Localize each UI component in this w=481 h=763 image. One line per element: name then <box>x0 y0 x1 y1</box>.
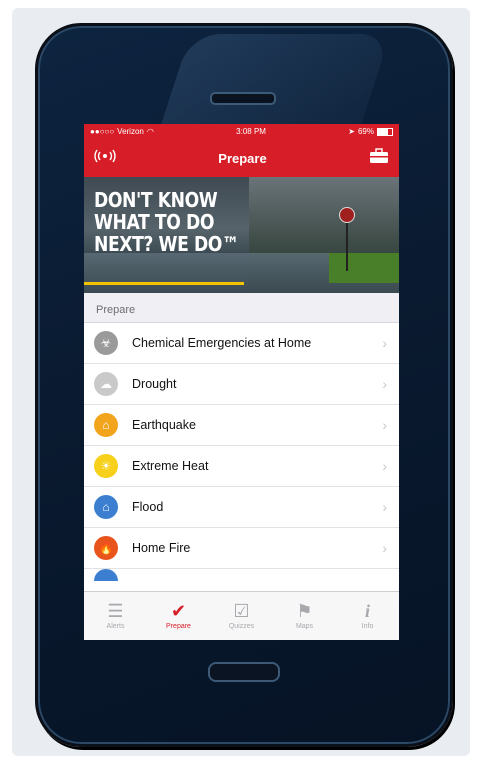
sun-icon: ☀ <box>94 454 118 478</box>
earthquake-icon: ⌂ <box>94 413 118 437</box>
hero-banner: DON'T KNOW WHAT TO DO NEXT? WE DO™ <box>84 177 399 293</box>
tab-info[interactable]: i Info <box>336 592 399 640</box>
hero-sign-pole <box>346 221 348 271</box>
list-item-label: Drought <box>132 377 177 391</box>
alerts-icon: ☰ <box>107 601 124 621</box>
chevron-right-icon: › <box>382 499 387 515</box>
clock: 3:08 PM <box>236 127 266 136</box>
biohazard-icon: ☣ <box>94 331 118 355</box>
list-item-flood[interactable]: ⌂ Flood › <box>84 487 399 528</box>
section-header: Prepare <box>84 293 399 323</box>
list-item-label: Chemical Emergencies at Home <box>132 336 312 350</box>
wifi-icon: ◠ <box>146 127 154 136</box>
chevron-right-icon: › <box>382 335 387 351</box>
chevron-right-icon: › <box>382 376 387 392</box>
tab-alerts[interactable]: ☰ Alerts <box>84 592 147 640</box>
list-item-label: Flood <box>132 500 164 514</box>
map-icon: ⚑ <box>296 601 313 621</box>
stop-sign-icon <box>339 207 355 223</box>
hero-headline: DON'T KNOW WHAT TO DO NEXT? WE DO™ <box>94 188 239 256</box>
nav-bar: Prepare <box>84 139 399 177</box>
tab-label: Maps <box>295 623 314 630</box>
partial-item-icon <box>94 569 118 581</box>
hero-grass <box>329 253 399 283</box>
tab-label: Info <box>361 623 374 630</box>
location-icon: ➤ <box>348 127 355 136</box>
tab-label: Quizzes <box>228 623 255 630</box>
list-item-partial[interactable] <box>84 569 399 581</box>
list-item-chemical[interactable]: ☣ Chemical Emergencies at Home › <box>84 323 399 364</box>
list-item-earthquake[interactable]: ⌂ Earthquake › <box>84 405 399 446</box>
list-item-label: Extreme Heat <box>132 459 209 473</box>
tab-prepare[interactable]: ✔ Prepare <box>147 592 210 640</box>
alert-radio-icon[interactable] <box>94 149 116 168</box>
chevron-right-icon: › <box>382 417 387 433</box>
signal-icon: ●●○○○ <box>90 127 115 136</box>
info-icon: i <box>364 601 370 621</box>
phone-speaker <box>210 92 276 105</box>
drought-icon: ☁ <box>94 372 118 396</box>
hazard-list: ☣ Chemical Emergencies at Home › ☁ Droug… <box>84 323 399 581</box>
list-item-label: Earthquake <box>132 418 196 432</box>
app-screen: ●●○○○ Verizon ◠ 3:08 PM ➤ 69% Prepare DO… <box>84 124 399 640</box>
flood-icon: ⌂ <box>94 495 118 519</box>
quiz-icon: ☑ <box>233 601 250 621</box>
hero-underline <box>84 282 244 285</box>
tab-bar: ☰ Alerts ✔ Prepare ☑ Quizzes ⚑ Maps i In… <box>84 591 399 640</box>
tab-label: Alerts <box>106 623 125 630</box>
tab-label: Prepare <box>166 623 191 630</box>
fire-icon: 🔥 <box>94 536 118 560</box>
chevron-right-icon: › <box>382 458 387 474</box>
battery-icon <box>376 127 393 136</box>
checkmark-icon: ✔ <box>170 601 187 621</box>
home-button[interactable] <box>208 662 280 682</box>
status-bar: ●●○○○ Verizon ◠ 3:08 PM ➤ 69% <box>84 124 399 139</box>
chevron-right-icon: › <box>382 540 387 556</box>
battery-percent: 69% <box>357 127 374 136</box>
tab-maps[interactable]: ⚑ Maps <box>273 592 336 640</box>
emergency-kit-icon[interactable] <box>369 147 389 169</box>
list-item-extreme-heat[interactable]: ☀ Extreme Heat › <box>84 446 399 487</box>
carrier-label: Verizon <box>117 127 144 136</box>
list-item-label: Home Fire <box>132 541 191 555</box>
page-title: Prepare <box>218 150 267 166</box>
tab-quizzes[interactable]: ☑ Quizzes <box>210 592 273 640</box>
list-item-drought[interactable]: ☁ Drought › <box>84 364 399 405</box>
list-item-home-fire[interactable]: 🔥 Home Fire › <box>84 528 399 569</box>
